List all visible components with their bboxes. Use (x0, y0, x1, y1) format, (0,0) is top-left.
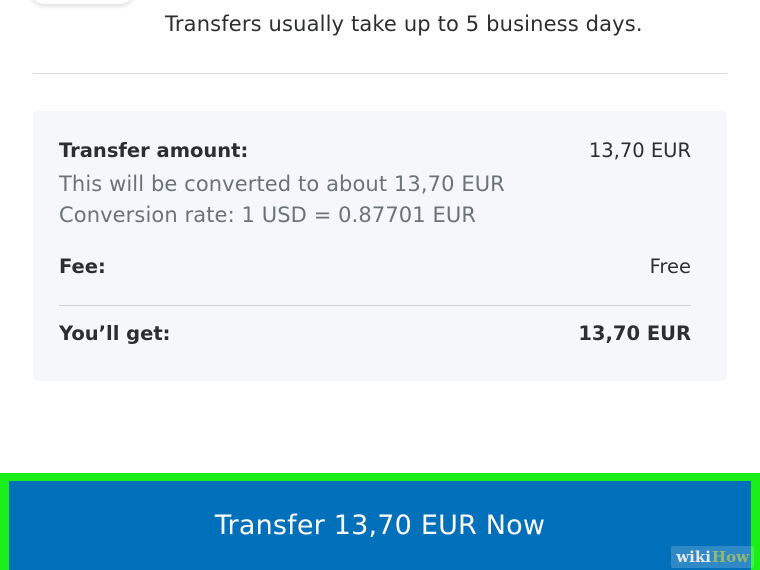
conversion-rate: Conversion rate: 1 USD = 0.87701 EUR (59, 203, 477, 227)
transfer-summary-card: Transfer amount: 13,70 EUR This will be … (33, 111, 727, 381)
you-get-label: You’ll get: (59, 322, 171, 345)
fee-value: Free (649, 255, 691, 278)
transfer-now-button[interactable]: Transfer 13,70 EUR Now (9, 481, 751, 570)
watermark-how: How (711, 548, 749, 566)
watermark-wiki: wiki (676, 548, 711, 566)
transfer-timing-note: Transfers usually take up to 5 business … (165, 12, 643, 36)
fee-label: Fee: (59, 255, 106, 278)
you-get-value: 13,70 EUR (578, 322, 691, 345)
divider (33, 73, 727, 74)
transfer-amount-value: 13,70 EUR (588, 139, 691, 162)
avatar-card-edge (30, 0, 134, 4)
wikihow-watermark: wiki How (671, 546, 754, 568)
conversion-note: This will be converted to about 13,70 EU… (59, 172, 505, 196)
button-highlight-frame: Transfer 13,70 EUR Now (0, 473, 760, 570)
card-divider (59, 305, 691, 306)
transfer-amount-label: Transfer amount: (59, 139, 249, 162)
